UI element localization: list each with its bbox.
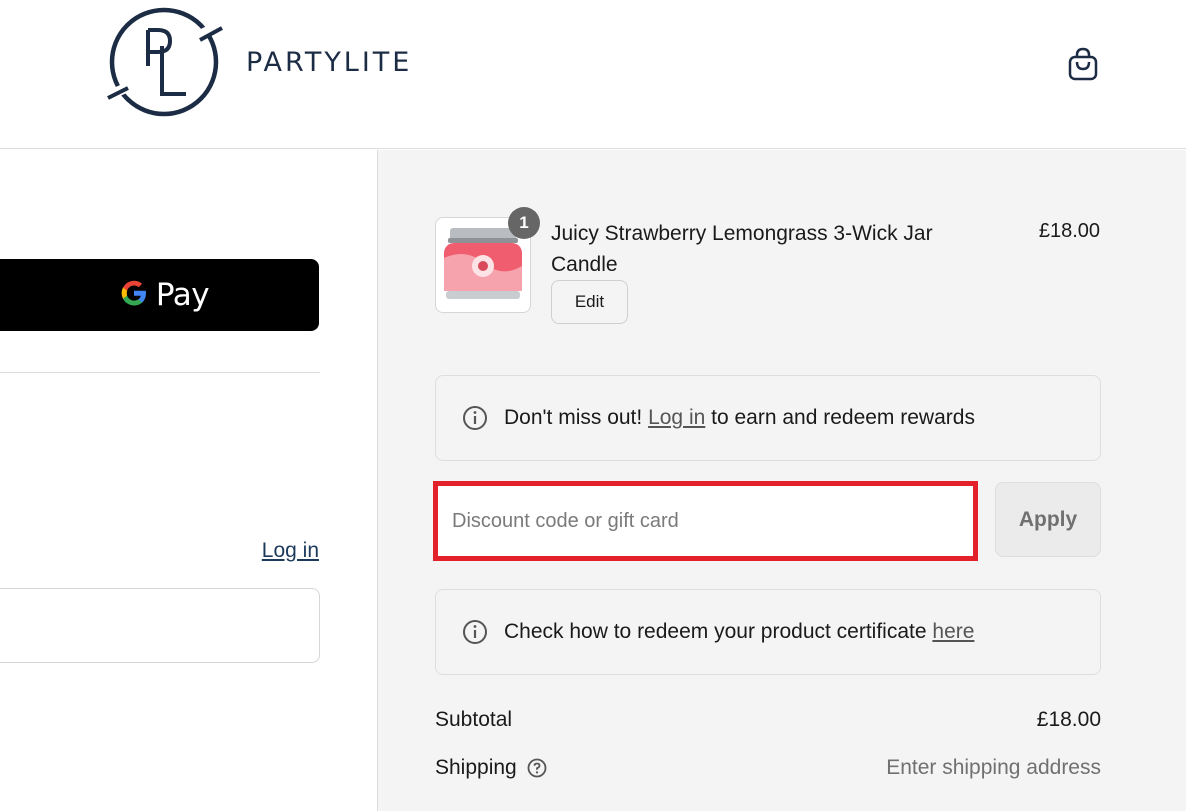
discount-field-wrapper xyxy=(433,481,978,561)
login-link[interactable]: Log in xyxy=(262,539,319,563)
rewards-notice-suffix: to earn and redeem rewards xyxy=(711,406,975,429)
google-g-icon xyxy=(118,277,150,314)
rewards-notice: Don't miss out! Log in to earn and redee… xyxy=(435,375,1101,461)
contact-input[interactable] xyxy=(0,588,320,663)
checkout-main: Pay Log in xyxy=(0,150,377,811)
subtotal-value: £18.00 xyxy=(1036,708,1101,731)
partylite-logo-icon xyxy=(106,6,224,118)
brand-logo[interactable]: PARTYLITE xyxy=(106,6,412,118)
rewards-login-link[interactable]: Log in xyxy=(648,406,705,429)
site-header: PARTYLITE xyxy=(0,0,1186,149)
google-pay-button[interactable]: Pay xyxy=(0,259,319,331)
brand-name: PARTYLITE xyxy=(246,46,413,78)
shipping-value: Enter shipping address xyxy=(886,756,1101,779)
help-circle-icon[interactable] xyxy=(527,758,547,778)
subtotal-row: Subtotal £18.00 xyxy=(435,708,1101,732)
edit-item-button[interactable]: Edit xyxy=(551,280,628,324)
info-icon xyxy=(462,619,488,645)
shopping-bag-icon[interactable] xyxy=(1066,46,1100,82)
certificate-notice-text: Check how to redeem your product certifi… xyxy=(504,620,927,643)
subtotal-label: Subtotal xyxy=(435,708,513,731)
apply-discount-button[interactable]: Apply xyxy=(995,482,1101,557)
shipping-row: Shipping Enter shipping address xyxy=(435,756,1101,780)
discount-code-input[interactable] xyxy=(438,486,973,556)
order-summary: 1 Juicy Strawberry Lemongrass 3-Wick Jar… xyxy=(377,150,1186,811)
certificate-here-link[interactable]: here xyxy=(932,620,974,643)
shipping-label: Shipping xyxy=(435,756,517,779)
product-name: Juicy Strawberry Lemongrass 3-Wick Jar C… xyxy=(551,222,933,276)
certificate-notice: Check how to redeem your product certifi… xyxy=(435,589,1101,675)
product-price: £18.00 xyxy=(1038,220,1100,242)
google-pay-label: Pay xyxy=(155,277,210,313)
quantity-badge: 1 xyxy=(508,207,540,239)
divider xyxy=(0,372,320,373)
rewards-notice-prefix: Don't miss out! xyxy=(504,406,643,429)
info-icon xyxy=(462,405,488,431)
